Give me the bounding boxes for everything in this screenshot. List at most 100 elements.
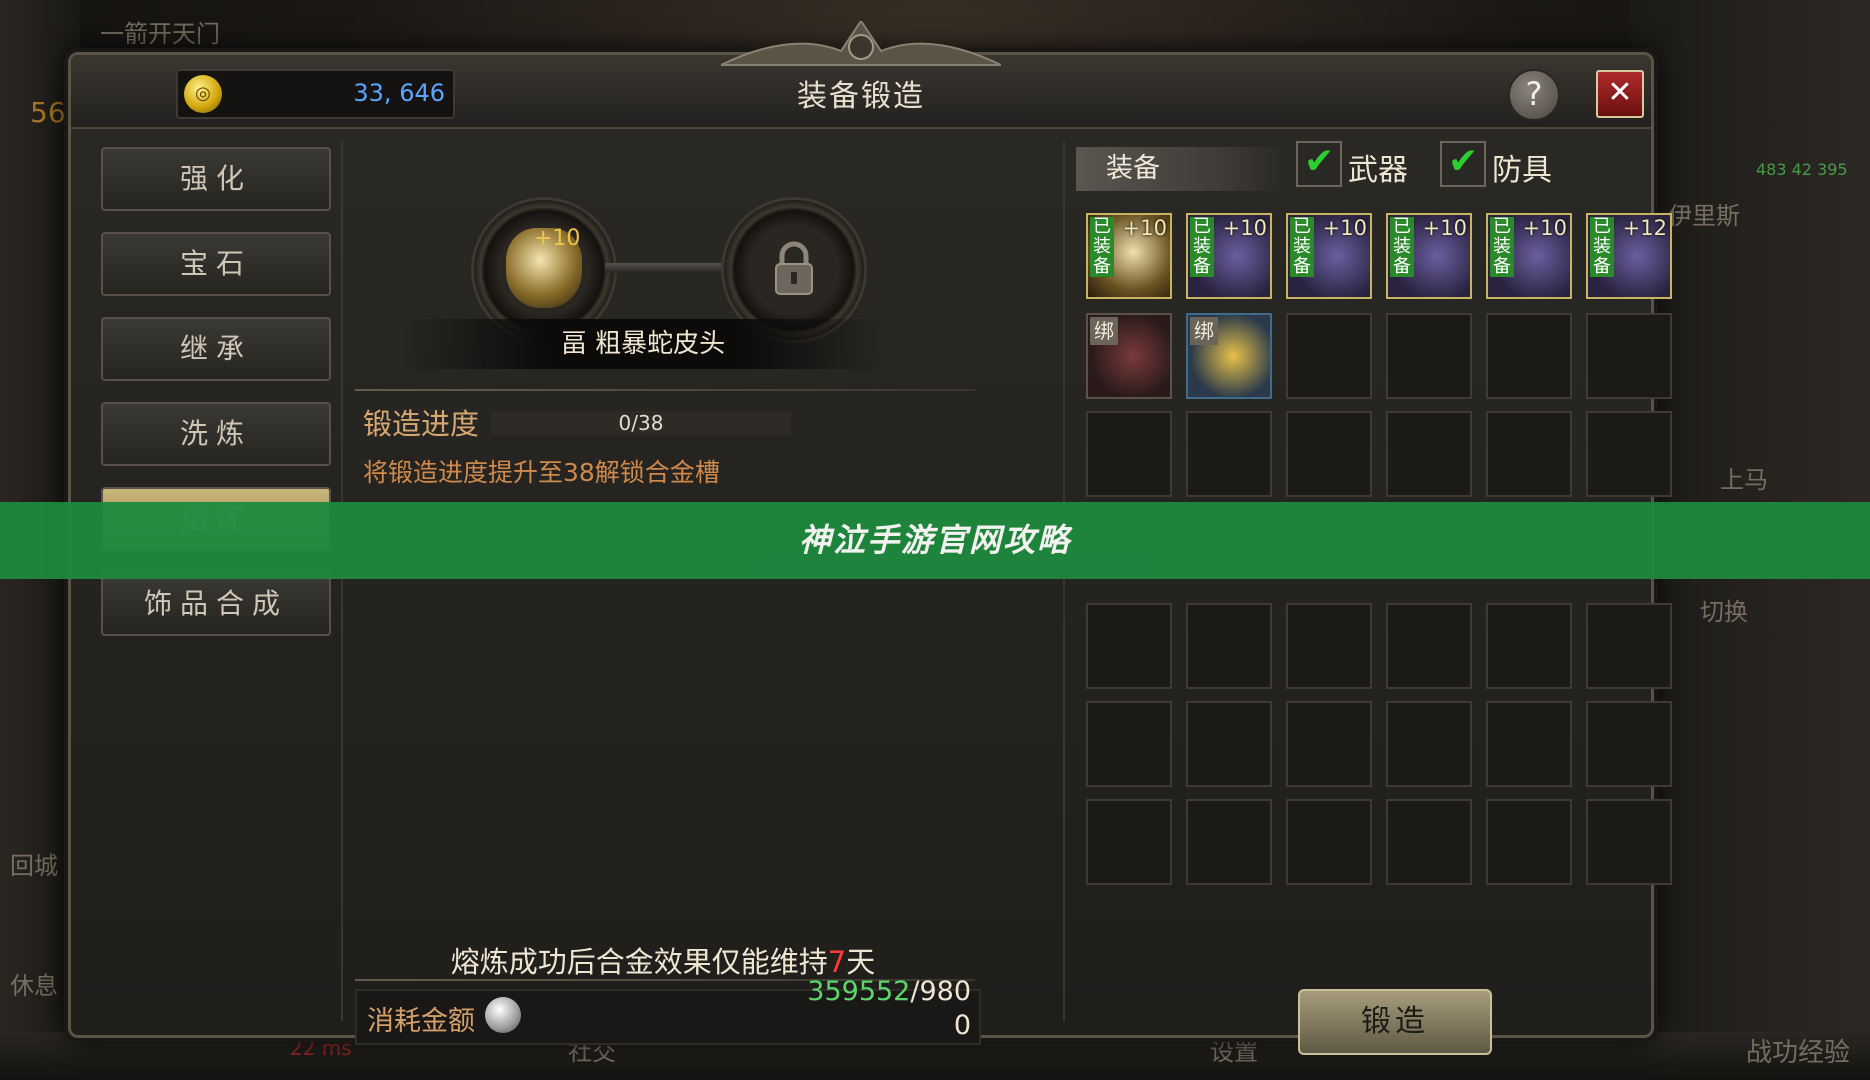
menu-item-refine[interactable]: 洗炼 bbox=[101, 402, 331, 466]
inventory-slot[interactable]: 已装备 +10 bbox=[1086, 213, 1172, 299]
rest-button[interactable]: 休息 bbox=[10, 966, 58, 1001]
close-button[interactable]: ✕ bbox=[1596, 70, 1644, 118]
map-coords: 483 42 395 bbox=[1756, 160, 1848, 179]
inventory-slot[interactable] bbox=[1586, 313, 1672, 399]
inventory-slot[interactable] bbox=[1386, 799, 1472, 885]
inventory-slot[interactable] bbox=[1086, 603, 1172, 689]
quest-text[interactable]: 一箭开天门 bbox=[100, 14, 220, 49]
watermark-banner: 神泣手游官网攻略 bbox=[0, 502, 1870, 579]
inventory-slot[interactable] bbox=[1386, 701, 1472, 787]
watermark-text: 神泣手游官网攻略 bbox=[798, 521, 1071, 559]
effect-suffix: 天 bbox=[846, 945, 876, 979]
inventory-slot[interactable] bbox=[1286, 313, 1372, 399]
effect-prefix: 熔炼成功后合金效果仅能维持 bbox=[450, 945, 828, 979]
inventory-slot[interactable] bbox=[1086, 411, 1172, 497]
inventory-slot[interactable]: 已装备 +10 bbox=[1186, 213, 1272, 299]
forge-menu: 强化 宝石 继承 洗炼 熔炼 饰品合成 bbox=[101, 147, 331, 1017]
inventory-slot[interactable] bbox=[1286, 799, 1372, 885]
chain-connector bbox=[605, 263, 727, 273]
inventory-slot[interactable] bbox=[1586, 603, 1672, 689]
item-level: +10 bbox=[1122, 216, 1167, 240]
item-level: +12 bbox=[1622, 216, 1667, 240]
inventory-slot[interactable] bbox=[1386, 313, 1472, 399]
crest-ornament-icon bbox=[721, 21, 1001, 66]
menu-item-accessory-synthesis[interactable]: 饰品合成 bbox=[101, 572, 331, 636]
inventory-slot[interactable]: 绑 bbox=[1186, 313, 1272, 399]
inventory-slot[interactable] bbox=[1086, 799, 1172, 885]
item-name: 畐 粗暴蛇皮头 bbox=[403, 319, 883, 369]
divider bbox=[355, 389, 975, 391]
cost-values: 359552/980 0 bbox=[807, 975, 971, 1043]
equipped-tag: 已装备 bbox=[1190, 217, 1214, 277]
item-level: +10 bbox=[534, 226, 581, 251]
inventory-slot[interactable] bbox=[1486, 701, 1572, 787]
lock-icon bbox=[775, 241, 813, 295]
title-bar: ◎ 33, 646 装备锻造 ? ✕ bbox=[71, 21, 1651, 129]
tab-equipment[interactable]: 装备 bbox=[1076, 147, 1286, 191]
armor-filter-label: 防具 bbox=[1492, 153, 1552, 188]
weapon-checkbox[interactable] bbox=[1296, 141, 1342, 187]
armor-checkbox[interactable] bbox=[1440, 141, 1486, 187]
help-button[interactable]: ? bbox=[1508, 69, 1560, 121]
item-level: +10 bbox=[1322, 216, 1367, 240]
window-title: 装备锻造 bbox=[797, 79, 925, 114]
bound-tag: 绑 bbox=[1190, 317, 1218, 345]
inventory-slot[interactable] bbox=[1486, 313, 1572, 399]
equipped-tag: 已装备 bbox=[1390, 217, 1414, 277]
equipped-tag: 已装备 bbox=[1590, 217, 1614, 277]
inventory-slot[interactable] bbox=[1386, 603, 1472, 689]
inventory-slot[interactable]: 已装备 +12 bbox=[1586, 213, 1672, 299]
cost-label: 消耗金额 bbox=[367, 1006, 475, 1037]
cost-need-a: /980 bbox=[910, 976, 971, 1007]
inventory-slot[interactable] bbox=[1186, 701, 1272, 787]
unlock-hint: 将锻造进度提升至38解锁合金槽 bbox=[363, 458, 720, 487]
item-level: +10 bbox=[1422, 216, 1467, 240]
inventory-slot[interactable] bbox=[1186, 411, 1272, 497]
inventory-slot[interactable] bbox=[1486, 799, 1572, 885]
inventory-slot[interactable] bbox=[1386, 411, 1472, 497]
inventory-slot[interactable] bbox=[1186, 799, 1272, 885]
inventory-slot[interactable]: 绑 bbox=[1086, 313, 1172, 399]
silver-coin-icon bbox=[485, 997, 521, 1033]
ping-text: 22 ms bbox=[290, 1036, 352, 1060]
inventory-slot[interactable] bbox=[1586, 701, 1672, 787]
menu-item-gem[interactable]: 宝石 bbox=[101, 232, 331, 296]
equipped-tag: 已装备 bbox=[1490, 217, 1514, 277]
inventory-slot[interactable]: 已装备 +10 bbox=[1286, 213, 1372, 299]
menu-item-inherit[interactable]: 继承 bbox=[101, 317, 331, 381]
inventory-slot[interactable] bbox=[1186, 603, 1272, 689]
inventory-slot[interactable] bbox=[1586, 411, 1672, 497]
forge-button[interactable]: 锻造 bbox=[1298, 989, 1492, 1055]
inventory-slot[interactable] bbox=[1286, 411, 1372, 497]
inventory-slot[interactable] bbox=[1486, 603, 1572, 689]
return-city-button[interactable]: 回城 bbox=[10, 846, 58, 881]
exp-label: 战功经验 bbox=[1746, 1038, 1851, 1068]
inventory-slot[interactable] bbox=[1486, 411, 1572, 497]
inventory-grid: 已装备 +10 已装备 +10 已装备 +10 已装备 +10 已装备 +10 已装备 +12 绑 绑 bbox=[1086, 213, 1696, 953]
item-name-text: 粗暴蛇皮头 bbox=[595, 329, 726, 359]
effect-days: 7 bbox=[827, 945, 847, 979]
inventory-panel: 装备 武器 防具 已装备+10已装备+10已装备+10已装备+10已装备+10已… bbox=[1076, 141, 1672, 1055]
inventory-slot[interactable] bbox=[1586, 799, 1672, 885]
weapon-filter-label: 武器 bbox=[1348, 153, 1408, 188]
progress-text: 0/38 bbox=[618, 411, 664, 435]
inventory-slot[interactable] bbox=[1286, 603, 1372, 689]
inventory-slot[interactable]: 已装备 +10 bbox=[1486, 213, 1572, 299]
item-level: +10 bbox=[1222, 216, 1267, 240]
inventory-slot[interactable]: 已装备 +10 bbox=[1386, 213, 1472, 299]
cost-box: 消耗金额 359552/980 0 bbox=[355, 976, 981, 1045]
switch-button[interactable]: 切换 bbox=[1700, 592, 1748, 627]
inventory-slot[interactable] bbox=[1286, 701, 1372, 787]
item-name-prefix: 畐 bbox=[560, 329, 587, 359]
player-level: 56 bbox=[30, 96, 66, 129]
inventory-slot[interactable] bbox=[1086, 701, 1172, 787]
item-level: +10 bbox=[1522, 216, 1567, 240]
forge-progress-bar: 0/38 bbox=[491, 411, 791, 435]
equipped-tag: 已装备 bbox=[1090, 217, 1114, 277]
menu-item-enhance[interactable]: 强化 bbox=[101, 147, 331, 211]
bound-tag: 绑 bbox=[1090, 317, 1118, 345]
forge-panel: +10 畐 粗暴蛇皮头 锻造进度 0/38 将锻造进度提升至38解锁合金槽 熔炼… bbox=[341, 141, 1065, 1045]
mount-button[interactable]: 上马 bbox=[1720, 460, 1768, 495]
equipped-tag: 已装备 bbox=[1290, 217, 1314, 277]
cost-have: 359552 bbox=[807, 976, 911, 1007]
